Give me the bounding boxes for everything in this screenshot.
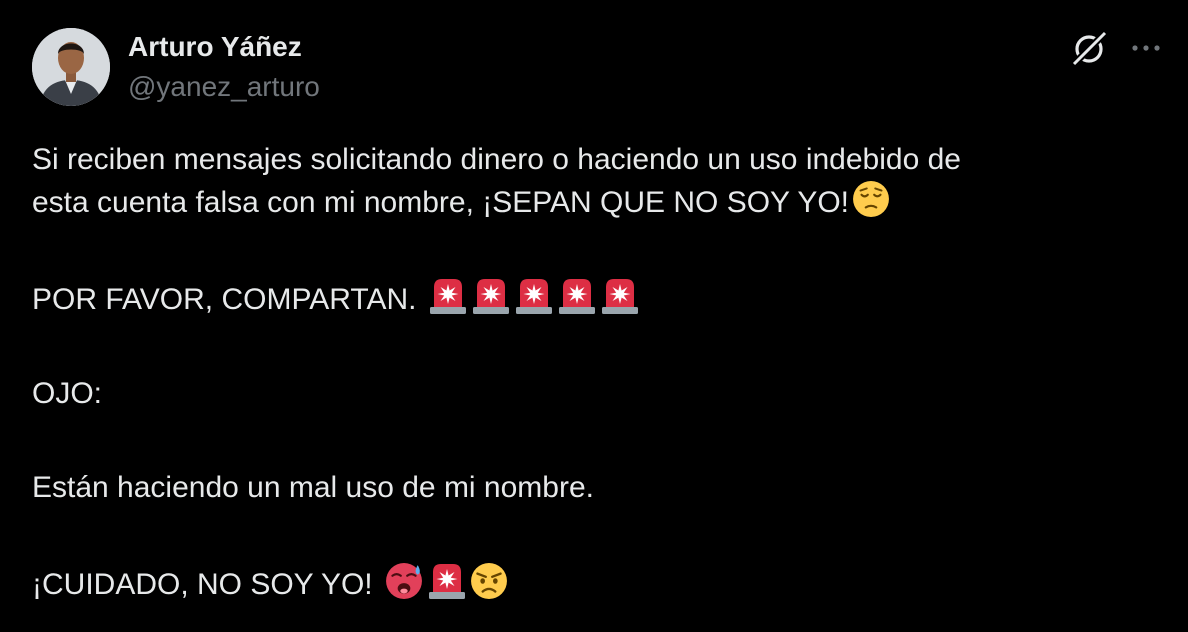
tweet-line: POR FAVOR, COMPARTAN.	[32, 277, 1162, 320]
police-light-icon	[471, 277, 511, 315]
more-options-icon[interactable]	[1126, 36, 1166, 60]
user-handle[interactable]: @yanez_arturo	[128, 70, 320, 104]
police-light-icon	[514, 277, 554, 315]
grok-icon[interactable]	[1070, 28, 1110, 68]
angry-face-icon	[470, 562, 508, 600]
tweet-line: Están haciendo un mal uso de mi nombre.	[32, 471, 594, 504]
police-light-icon	[600, 277, 640, 315]
pensive-face-icon	[852, 180, 890, 218]
tweet-line: Si reciben mensajes solicitando dinero o…	[32, 143, 961, 176]
police-light-icon	[557, 277, 597, 315]
hot-face-sweat-icon	[384, 562, 424, 600]
author-info: Arturo Yáñez @yanez_arturo	[128, 30, 320, 104]
avatar[interactable]	[32, 28, 110, 106]
tweet-line: ¡CUIDADO, NO SOY YO!	[32, 562, 1162, 605]
tweet-line: esta cuenta falsa con mi nombre, ¡SEPAN …	[32, 180, 1162, 223]
police-light-icon	[427, 562, 467, 600]
police-light-icon	[428, 277, 468, 315]
tweet-card: Arturo Yáñez @yanez_arturo Si reciben me…	[0, 0, 1188, 632]
display-name[interactable]: Arturo Yáñez	[128, 30, 320, 64]
tweet-line: OJO:	[32, 377, 103, 410]
tweet-text: Si reciben mensajes solicitando dinero o…	[32, 140, 1162, 605]
